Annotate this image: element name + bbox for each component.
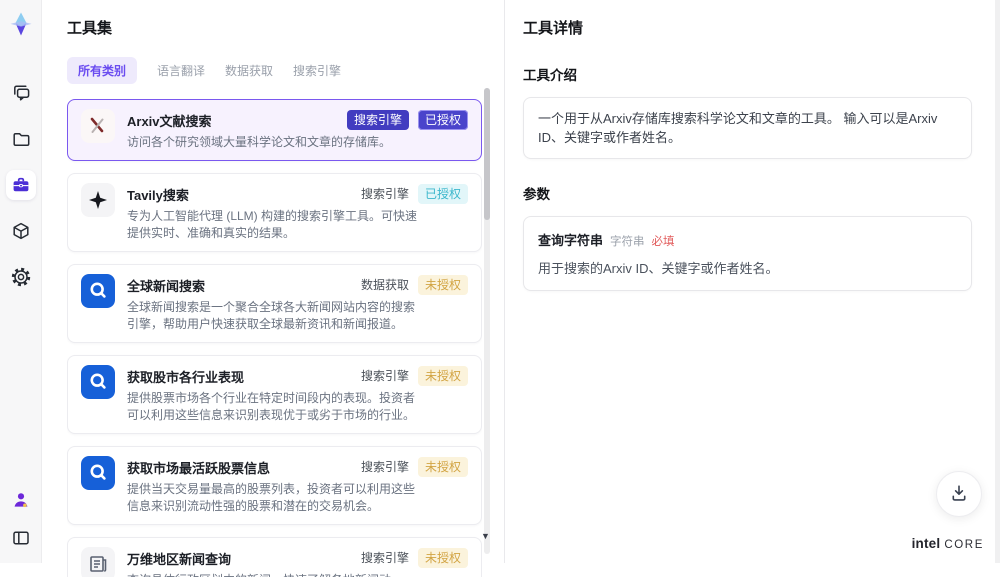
user-avatar[interactable] [6,485,36,515]
intro-text: 一个用于从Arxiv存储库搜索科学论文和文章的工具。 输入可以是Arxiv ID… [538,111,938,145]
category-badge: 搜索引擎 [346,110,409,130]
param-required-badge: 必填 [651,236,675,248]
list-scrollbar[interactable] [484,88,490,554]
user-icon [9,488,33,512]
tool-card[interactable]: Arxiv文献搜索 访问各个研究领域大量科学论文和文章的存储库。 搜索引擎 已授权 [67,99,482,161]
tool-card[interactable]: 获取市场最活跃股票信息 提供当天交易量最高的股票列表，投资者可以利用这些信息来识别… [67,446,482,525]
auth-status-badge: 未授权 [417,366,468,386]
tool-description: 专为人工智能代理 (LLM) 构建的搜索引擎工具。可快速提供实时、准确和真实的结… [127,209,418,240]
params-heading: 参数 [523,187,550,202]
tool-badges: 搜索引擎 未授权 [361,457,468,477]
download-button[interactable] [936,471,982,517]
tool-body: 万维地区新闻查询查询具体行政区划内的新闻，快速了解各地新闻动 [127,547,391,577]
category-badge: 搜索引擎 [360,369,409,383]
sidebar-item-settings[interactable] [6,262,36,292]
param-type: 字符串 [610,236,645,248]
tool-detail-panel: 工具详情 工具介绍 一个用于从Arxiv存储库搜索科学论文和文章的工具。 输入可… [504,0,994,563]
arxiv-icon [81,109,115,143]
sidebar-nav [5,78,36,292]
param-name: 查询字符串 [538,233,604,248]
tool-card[interactable]: 万维地区新闻查询查询具体行政区划内的新闻，快速了解各地新闻动搜索引擎未授权 [67,537,482,577]
tab-3[interactable]: 搜索引擎 [293,62,341,79]
category-tabs: 所有类别 语言翻译 数据获取 搜索引擎 [67,57,504,84]
intel-wordmark: intel [911,536,941,551]
blue-search-icon [81,456,115,490]
folder-icon [9,127,33,151]
auth-status-badge: 已授权 [417,184,468,204]
tool-badges: 搜索引擎 已授权 [361,184,468,204]
sidebar-item-chat[interactable] [6,78,36,108]
auth-status-badge: 未授权 [417,275,468,295]
sidebar-item-files[interactable] [6,124,36,154]
param-box: 查询字符串 字符串 必填 用于搜索的Arxiv ID、关键字或作者姓名。 [523,216,972,291]
intro-box: 一个用于从Arxiv存储库搜索科学论文和文章的工具。 输入可以是Arxiv ID… [523,97,972,159]
collapse-sidebar-button[interactable] [6,523,36,553]
intel-core-logo: intel core [912,536,984,551]
tab-2[interactable]: 数据获取 [225,62,273,79]
panel-icon [9,526,33,550]
tool-badges: 搜索引擎 未授权 [361,548,468,568]
blue-search-icon [81,274,115,308]
sidebar-item-models[interactable] [6,216,36,246]
tool-description: 访问各个研究领域大量科学论文和文章的存储库。 [127,135,392,149]
category-badge: 数据获取 [360,278,409,292]
detail-title: 工具详情 [523,20,584,37]
blue-search-icon [81,365,115,399]
page-title: 工具集 [67,20,113,37]
chat-icon [9,81,33,105]
tool-description: 查询具体行政区划内的新闻，快速了解各地新闻动 [127,572,391,577]
diamond-logo-icon [10,12,31,36]
window-scrollbar[interactable] [995,0,1000,563]
tool-card[interactable]: 获取股市各行业表现 提供股票市场各个行业在特定时间段内的表现。投资者可以利用这些信… [67,355,482,434]
param-description: 用于搜索的Arxiv ID、关键字或作者姓名。 [538,261,779,276]
tab-1[interactable]: 语言翻译 [157,62,205,79]
tool-badges: 数据获取 未授权 [361,275,468,295]
gear-icon [9,265,33,289]
list-scrollbar-thumb[interactable] [484,88,490,220]
app-logo[interactable] [7,10,35,38]
tab-0[interactable]: 所有类别 [67,57,138,84]
core-wordmark: core [944,539,984,551]
tool-card[interactable]: Tavily搜索 专为人工智能代理 (LLM) 构建的搜索引擎工具。可快速提供实时… [67,173,482,252]
category-badge: 搜索引擎 [360,460,409,474]
sidebar-item-tools[interactable] [5,170,36,200]
tool-badges: 搜索引擎 已授权 [346,110,468,130]
sidebar-bottom [6,485,36,553]
tool-badges: 搜索引擎 未授权 [361,366,468,386]
param-header: 查询字符串 字符串 必填 [538,230,957,249]
download-icon [947,481,971,508]
category-badge: 搜索引擎 [360,551,409,565]
auth-status-badge: 未授权 [417,457,468,477]
toolbox-icon [9,173,33,197]
sparkle-icon [81,183,115,217]
tools-list-panel: 工具集 所有类别 语言翻译 数据获取 搜索引擎 Arxiv文献搜索 访问各个研究领域大量… [43,0,504,577]
category-badge: 搜索引擎 [360,187,409,201]
tool-name: 万维地区新闻查询 [127,552,232,567]
tool-description: 提供当天交易量最高的股票列表，投资者可以利用这些信息来识别流动性强的股票和潜在的… [127,482,416,513]
scroll-down-arrow[interactable]: ▼ [481,531,490,541]
cube-icon [9,219,33,243]
tool-description: 提供股票市场各个行业在特定时间段内的表现。投资者可以利用这些信息来识别表现优于或… [127,391,416,422]
auth-status-badge: 已授权 [417,110,468,130]
intro-heading: 工具介绍 [523,68,577,83]
tool-list: Arxiv文献搜索 访问各个研究领域大量科学论文和文章的存储库。 搜索引擎 已授权 Ta… [67,99,482,577]
auth-status-badge: 未授权 [417,548,468,568]
tool-description: 全球新闻搜索是一个聚合全球各大新闻网站内容的搜索引擎，帮助用户快速获取全球最新资… [127,300,416,331]
tool-card[interactable]: 全球新闻搜索 全球新闻搜索是一个聚合全球各大新闻网站内容的搜索引擎，帮助用户快速获… [67,264,482,343]
sidebar [0,0,42,563]
newspaper-icon [81,547,115,577]
